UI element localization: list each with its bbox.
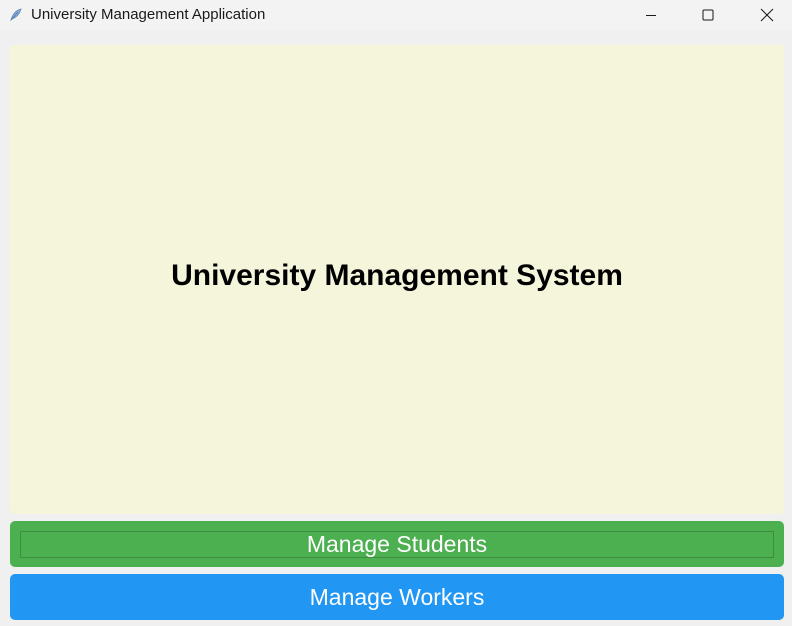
minimize-icon [646,15,656,16]
manage-workers-button[interactable]: Manage Workers [10,574,784,620]
manage-students-label: Manage Students [306,530,488,557]
manage-students-button[interactable]: Manage Students [10,521,784,567]
page-title: University Management System [171,258,623,292]
header-panel: University Management System [10,45,784,514]
window-title: University Management Application [31,6,266,23]
maximize-icon [702,9,714,21]
title-bar[interactable]: University Management Application [0,0,792,30]
app-window: University Management Application Univer… [0,0,792,626]
close-icon [760,8,774,22]
manage-workers-label: Manage Workers [309,583,485,610]
maximize-button[interactable] [685,0,731,30]
minimize-button[interactable] [628,0,674,30]
feather-icon [8,7,23,22]
close-button[interactable] [744,0,790,30]
